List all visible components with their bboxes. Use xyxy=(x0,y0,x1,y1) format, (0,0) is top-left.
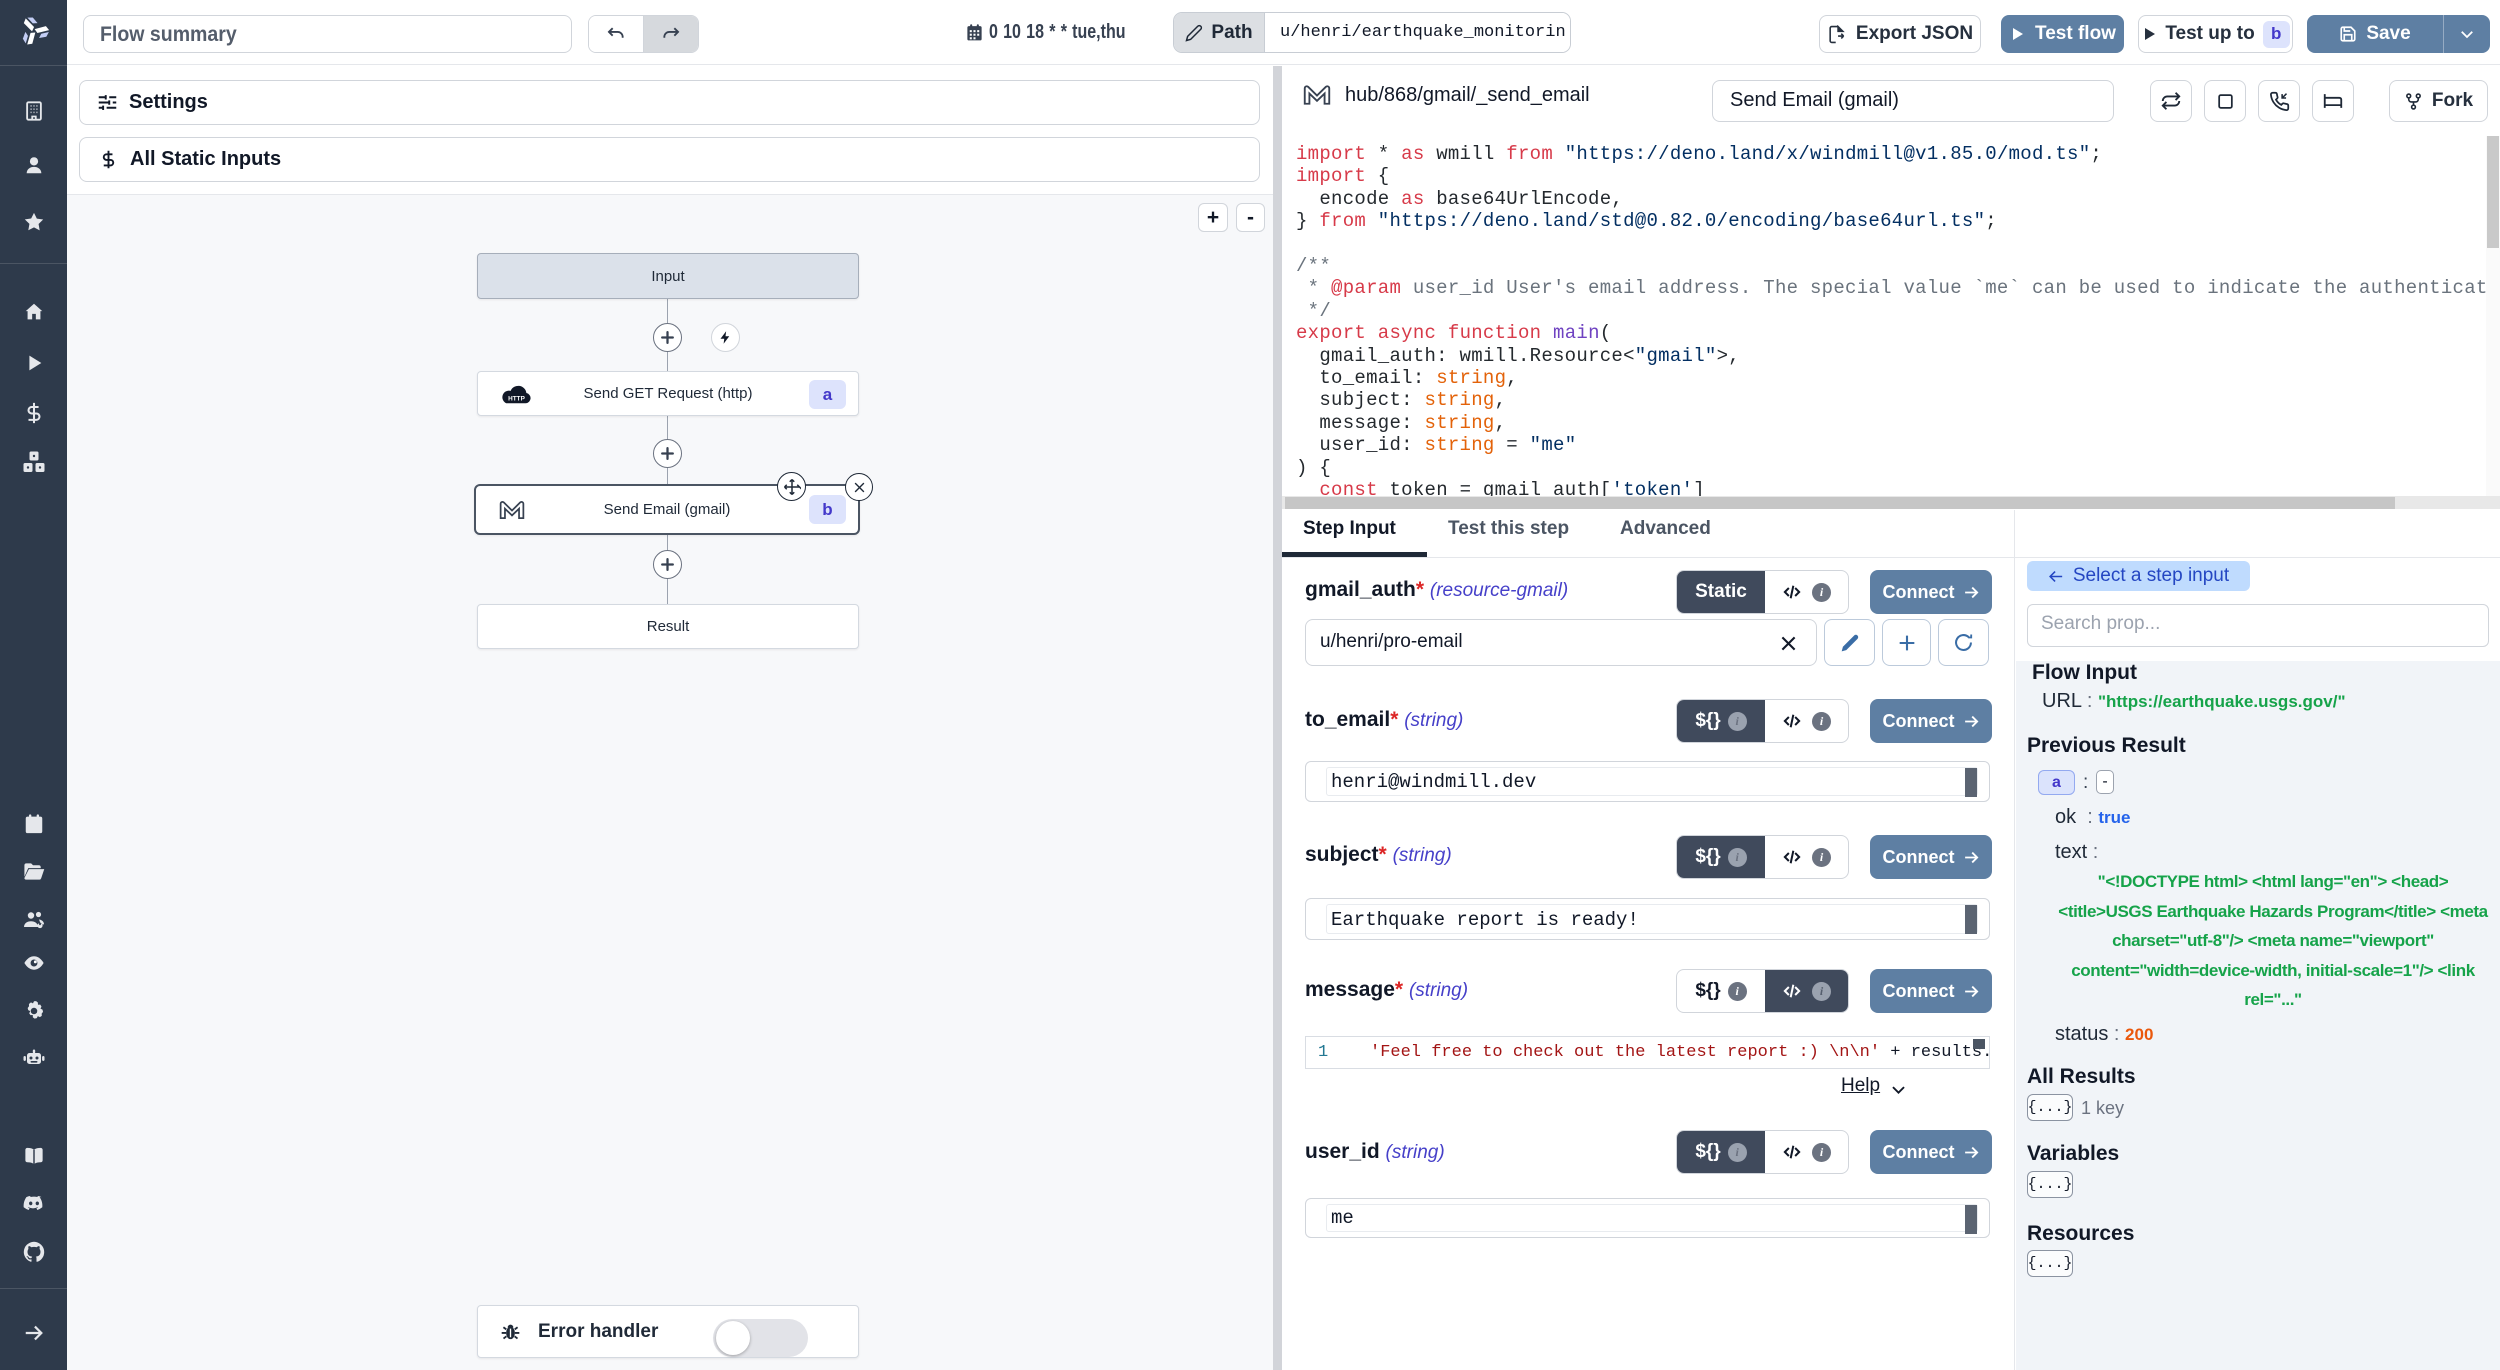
svg-text:HTTP: HTTP xyxy=(508,396,525,403)
